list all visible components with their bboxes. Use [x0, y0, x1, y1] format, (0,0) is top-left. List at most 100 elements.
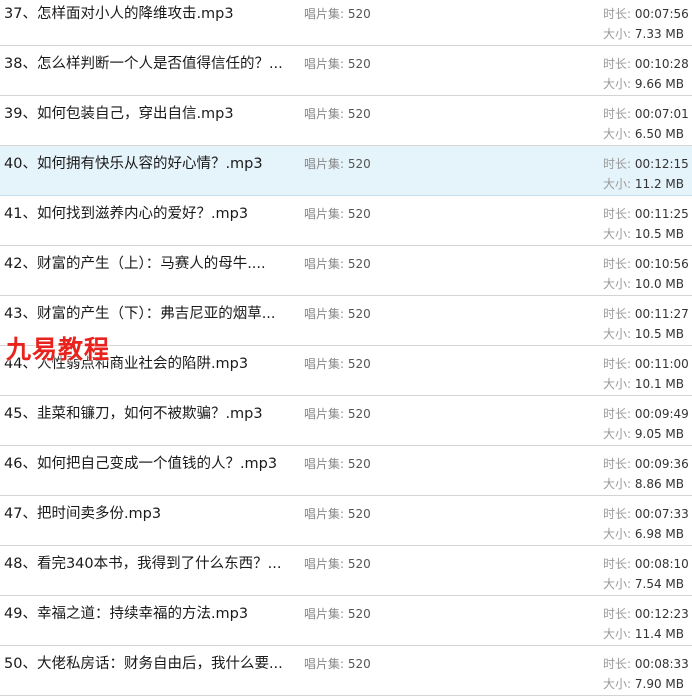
size-label: 大小: [603, 627, 632, 641]
size-value: 10.1 MB [634, 377, 684, 391]
album-label: 唱片集: [304, 657, 345, 671]
size-label: 大小: [603, 477, 632, 491]
album-value: 520 [347, 357, 371, 371]
size-label: 大小: [603, 327, 632, 341]
duration-label: 时长: [603, 157, 632, 171]
file-row[interactable]: 47、把时间卖多份.mp3 唱片集: 520 时长: 00:07:33 大小: … [0, 496, 692, 546]
file-row[interactable]: 42、财富的产生（上）：马赛人的母牛.... 唱片集: 520 时长: 00:1… [0, 246, 692, 296]
album-label: 唱片集: [304, 357, 345, 371]
duration-label: 时长: [603, 57, 632, 71]
size-label: 大小: [603, 127, 632, 141]
size-label: 大小: [603, 527, 632, 541]
duration-value: 00:11:27 [634, 307, 689, 321]
album-value: 520 [347, 557, 371, 571]
file-row[interactable]: 45、韭菜和镰刀，如何不被欺骗？.mp3 唱片集: 520 时长: 00:09:… [0, 396, 692, 446]
duration-field: 时长: 00:12:23 [603, 605, 689, 622]
album-field: 唱片集: 520 [304, 155, 371, 172]
size-value: 10.5 MB [634, 327, 684, 341]
file-row[interactable]: 40、如何拥有快乐从容的好心情？.mp3 唱片集: 520 时长: 00:12:… [0, 146, 692, 196]
file-name: 38、怎么样判断一个人是否值得信任的？... [4, 56, 283, 72]
album-label: 唱片集: [304, 607, 345, 621]
size-value: 7.54 MB [634, 577, 684, 591]
size-value: 10.0 MB [634, 277, 684, 291]
size-field: 大小: 10.1 MB [603, 375, 689, 392]
size-value: 11.4 MB [634, 627, 684, 641]
file-name: 48、看完340本书，我得到了什么东西？... [4, 556, 282, 572]
duration-field: 时长: 00:09:49 [603, 405, 689, 422]
file-row[interactable]: 39、如何包装自己，穿出自信.mp3 唱片集: 520 时长: 00:07:01… [0, 96, 692, 146]
album-label: 唱片集: [304, 7, 345, 21]
file-row[interactable]: 37、怎样面对小人的降维攻击.mp3 唱片集: 520 时长: 00:07:56… [0, 0, 692, 46]
file-row[interactable]: 38、怎么样判断一个人是否值得信任的？... 唱片集: 520 时长: 00:1… [0, 46, 692, 96]
album-field: 唱片集: 520 [304, 105, 371, 122]
size-value: 6.50 MB [634, 127, 684, 141]
size-label: 大小: [603, 27, 632, 41]
album-field: 唱片集: 520 [304, 505, 371, 522]
album-value: 520 [347, 307, 371, 321]
size-field: 大小: 7.54 MB [603, 575, 689, 592]
duration-field: 时长: 00:07:56 [603, 5, 689, 22]
album-field: 唱片集: 520 [304, 205, 371, 222]
album-field: 唱片集: 520 [304, 55, 371, 72]
file-name: 40、如何拥有快乐从容的好心情？.mp3 [4, 156, 263, 172]
album-value: 520 [347, 157, 371, 171]
file-name: 41、如何找到滋养内心的爱好？.mp3 [4, 206, 249, 222]
album-field: 唱片集: 520 [304, 455, 371, 472]
file-row[interactable]: 41、如何找到滋养内心的爱好？.mp3 唱片集: 520 时长: 00:11:2… [0, 196, 692, 246]
duration-label: 时长: [603, 557, 632, 571]
duration-value: 00:12:15 [634, 157, 689, 171]
album-label: 唱片集: [304, 307, 345, 321]
size-value: 10.5 MB [634, 227, 684, 241]
duration-label: 时长: [603, 207, 632, 221]
album-field: 唱片集: 520 [304, 655, 371, 672]
album-field: 唱片集: 520 [304, 5, 371, 22]
album-value: 520 [347, 607, 371, 621]
size-field: 大小: 10.5 MB [603, 325, 689, 342]
size-field: 大小: 8.86 MB [603, 475, 689, 492]
size-value: 7.90 MB [634, 677, 684, 691]
duration-value: 00:09:36 [634, 457, 689, 471]
album-field: 唱片集: 520 [304, 355, 371, 372]
file-row[interactable]: 49、幸福之道：持续幸福的方法.mp3 唱片集: 520 时长: 00:12:2… [0, 596, 692, 646]
duration-field: 时长: 00:11:00 [603, 355, 689, 372]
album-label: 唱片集: [304, 157, 345, 171]
album-value: 520 [347, 407, 371, 421]
album-value: 520 [347, 507, 371, 521]
duration-value: 00:07:33 [634, 507, 689, 521]
file-row[interactable]: 48、看完340本书，我得到了什么东西？... 唱片集: 520 时长: 00:… [0, 546, 692, 596]
size-value: 7.33 MB [634, 27, 684, 41]
file-name: 43、财富的产生（下）：弗吉尼亚的烟草... [4, 306, 276, 322]
duration-field: 时长: 00:07:33 [603, 505, 689, 522]
size-value: 6.98 MB [634, 527, 684, 541]
file-name: 49、幸福之道：持续幸福的方法.mp3 [4, 606, 249, 622]
album-label: 唱片集: [304, 407, 345, 421]
file-name: 47、把时间卖多份.mp3 [4, 506, 162, 522]
album-value: 520 [347, 457, 371, 471]
duration-label: 时长: [603, 407, 632, 421]
size-label: 大小: [603, 427, 632, 441]
album-value: 520 [347, 657, 371, 671]
duration-label: 时长: [603, 357, 632, 371]
size-field: 大小: 9.05 MB [603, 425, 689, 442]
duration-label: 时长: [603, 457, 632, 471]
album-value: 520 [347, 57, 371, 71]
album-label: 唱片集: [304, 107, 345, 121]
size-value: 11.2 MB [634, 177, 684, 191]
size-field: 大小: 6.98 MB [603, 525, 689, 542]
watermark-logo: 九易教程 [6, 335, 111, 364]
album-field: 唱片集: 520 [304, 605, 371, 622]
duration-value: 00:08:33 [634, 657, 689, 671]
duration-label: 时长: [603, 507, 632, 521]
size-value: 9.66 MB [634, 77, 684, 91]
file-name: 45、韭菜和镰刀，如何不被欺骗？.mp3 [4, 406, 263, 422]
file-row[interactable]: 50、大佬私房话：财务自由后，我什么要... 唱片集: 520 时长: 00:0… [0, 646, 692, 696]
file-name: 50、大佬私房话：财务自由后，我什么要... [4, 656, 283, 672]
size-label: 大小: [603, 227, 632, 241]
size-label: 大小: [603, 277, 632, 291]
duration-field: 时长: 00:08:33 [603, 655, 689, 672]
file-row[interactable]: 46、如何把自己变成一个值钱的人？.mp3 唱片集: 520 时长: 00:09… [0, 446, 692, 496]
duration-field: 时长: 00:12:15 [603, 155, 689, 172]
duration-value: 00:12:23 [634, 607, 689, 621]
duration-field: 时长: 00:07:01 [603, 105, 689, 122]
album-value: 520 [347, 107, 371, 121]
